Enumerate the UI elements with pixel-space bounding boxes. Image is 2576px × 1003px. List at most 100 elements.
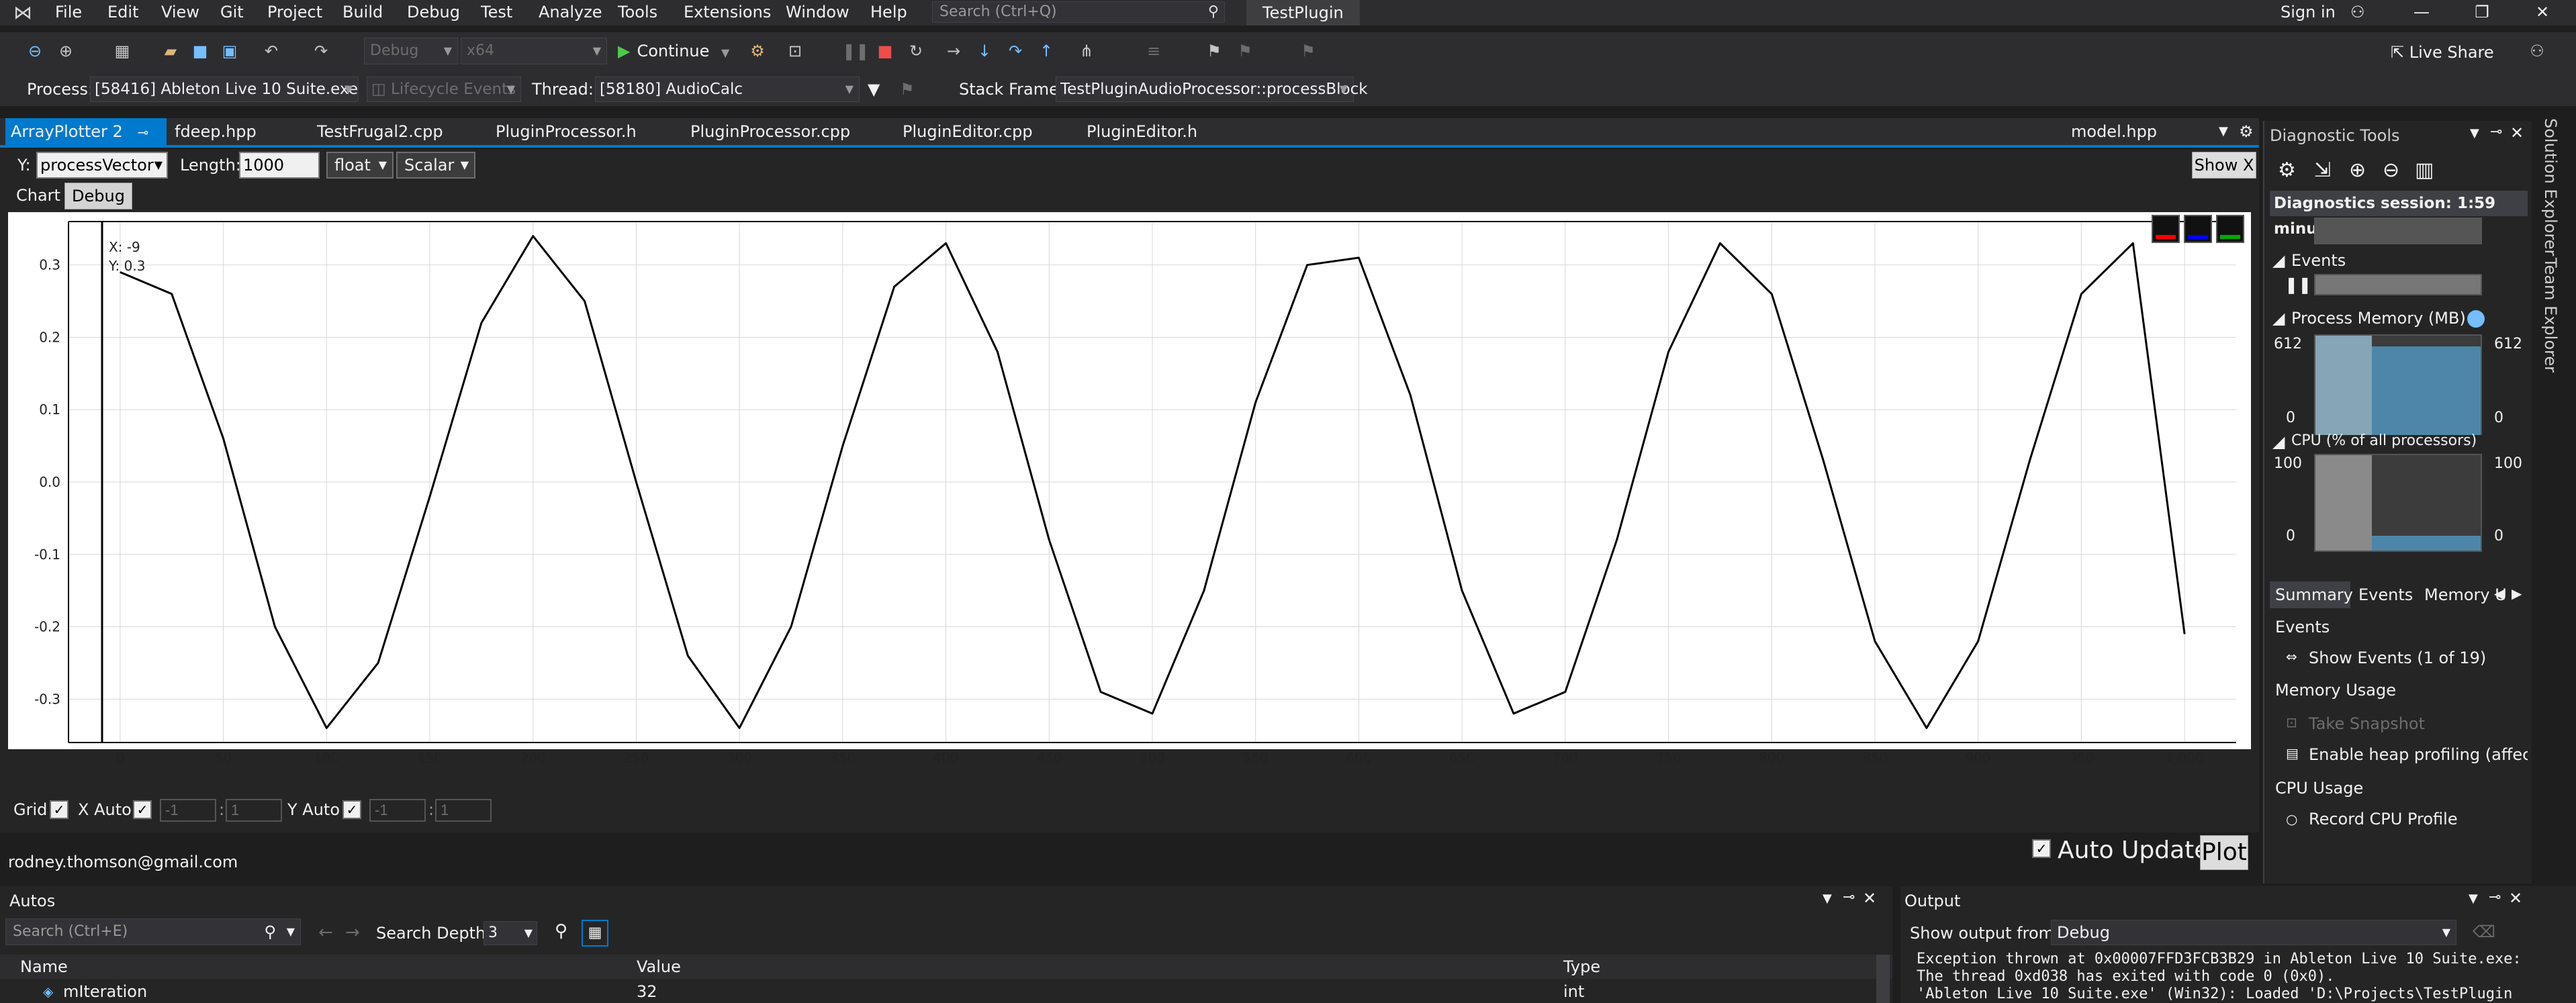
- menu-analyze[interactable]: Analyze: [539, 0, 602, 26]
- stop-icon[interactable]: ■: [873, 38, 897, 64]
- data-type-dropdown[interactable]: float ▼: [326, 152, 394, 179]
- navigate-back-icon[interactable]: ⊖: [23, 38, 47, 64]
- quick-search-box[interactable]: Search (Ctrl+Q) ⚲: [932, 1, 1225, 23]
- output-source-dropdown[interactable]: Debug ▼: [2051, 920, 2456, 945]
- continue-button[interactable]: ▶ Continue ▼: [618, 38, 729, 64]
- clear-all-icon[interactable]: ⌫: [2473, 922, 2495, 941]
- menu-build[interactable]: Build: [342, 0, 383, 26]
- settings-icon[interactable]: ⚙: [2278, 158, 2296, 182]
- row-value[interactable]: 32: [637, 980, 657, 1003]
- step-over-icon[interactable]: ↷: [1003, 38, 1027, 64]
- line-chart[interactable]: -0.3 -0.2 -0.1 0.0 0.1 0.2 0.3 0 50 100 150 200 250 3…: [8, 212, 2251, 766]
- camera-icon[interactable]: ⊡: [783, 38, 807, 64]
- panel-menu-icon[interactable]: ▼: [1823, 892, 1832, 906]
- x-auto-checkbox[interactable]: ✓: [133, 800, 152, 819]
- menu-git[interactable]: Git: [220, 0, 244, 26]
- team-explorer-tab[interactable]: Team Explorer: [2541, 258, 2560, 373]
- bookmark-icon[interactable]: ⚑: [1202, 38, 1226, 64]
- timeline-ruler[interactable]: [2314, 218, 2482, 244]
- take-snapshot-button[interactable]: Take Snapshot: [2309, 714, 2425, 733]
- table-row[interactable]: ◈ mIteration 32 int: [0, 980, 1892, 1003]
- panel-menu-icon[interactable]: ▼: [2469, 892, 2478, 906]
- series-color-green[interactable]: [2216, 215, 2244, 243]
- search-back-icon[interactable]: ←: [318, 922, 333, 943]
- menu-extensions[interactable]: Extensions: [684, 0, 771, 26]
- close-panel-icon[interactable]: ✕: [2510, 124, 2524, 142]
- hex-display-icon[interactable]: ⋔: [1074, 38, 1099, 64]
- restart-icon[interactable]: ↻: [904, 38, 928, 64]
- visual-studio-logo-icon[interactable]: ⋈: [13, 3, 40, 23]
- tab-pluginprocessor-h[interactable]: PluginProcessor.h: [490, 118, 637, 145]
- pin-icon[interactable]: ⊸: [2490, 124, 2502, 140]
- step-out-icon[interactable]: ↑: [1034, 38, 1058, 64]
- new-item-icon[interactable]: ▦: [110, 38, 134, 64]
- save-all-icon[interactable]: ▣: [218, 38, 242, 64]
- plot-button[interactable]: Plot: [2200, 835, 2248, 870]
- stack-frame-dropdown[interactable]: TestPluginAudioProcessor::processBlock ▼: [1056, 77, 1368, 102]
- restore-icon[interactable]: ❐: [2455, 0, 2509, 26]
- redo-icon[interactable]: ↷: [309, 38, 333, 64]
- y-max-input[interactable]: [435, 799, 492, 822]
- sign-in-link[interactable]: Sign in: [2281, 0, 2336, 26]
- record-cpu-profile-button[interactable]: Record CPU Profile: [2309, 810, 2458, 828]
- bookmark-prev-icon[interactable]: ⚑: [1233, 38, 1257, 64]
- length-input[interactable]: [239, 152, 320, 179]
- events-timeline[interactable]: [2314, 274, 2482, 295]
- column-type[interactable]: Type: [1563, 955, 1600, 979]
- output-text[interactable]: Exception thrown at 0x00007FFD3FCB3B29 i…: [1917, 951, 2572, 1003]
- live-share-button[interactable]: ⇱ Live Share: [2391, 39, 2494, 66]
- pause-icon[interactable]: ❚❚: [842, 38, 869, 64]
- column-name[interactable]: Name: [20, 955, 68, 979]
- tab-scroll-left-icon[interactable]: ◀: [2494, 585, 2504, 602]
- tab-model-hpp[interactable]: model.hpp: [2066, 118, 2157, 145]
- export-icon[interactable]: ⇲: [2314, 158, 2331, 182]
- settings-gear-icon[interactable]: ⚙: [2234, 118, 2254, 145]
- diag-tab-summary[interactable]: Summary: [2270, 581, 2353, 608]
- search-depth-dropdown[interactable]: 3 ▼: [484, 921, 537, 945]
- menu-view[interactable]: View: [161, 0, 199, 26]
- lifecycle-events-dropdown[interactable]: ◫ Lifecycle Events ▼: [367, 77, 521, 102]
- solution-explorer-tab[interactable]: Solution Explorer: [2541, 118, 2560, 256]
- bookmark-next-icon[interactable]: ⚑: [1296, 38, 1320, 64]
- y-auto-checkbox[interactable]: ✓: [342, 800, 361, 819]
- zoom-out-icon[interactable]: ⊖: [2383, 158, 2399, 182]
- tab-pluginprocessor-cpp[interactable]: PluginProcessor.cpp: [685, 118, 850, 145]
- series-color-blue[interactable]: [2184, 215, 2212, 243]
- panel-menu-icon[interactable]: ▼: [2470, 126, 2479, 140]
- pin-icon[interactable]: ⊸: [137, 124, 148, 140]
- minimize-icon[interactable]: —: [2395, 0, 2448, 26]
- feedback-icon[interactable]: ⚇: [2525, 38, 2549, 64]
- platform-dropdown[interactable]: x64 ▼: [461, 38, 607, 64]
- process-icon[interactable]: ⚙: [745, 38, 770, 64]
- tab-scroll-right-icon[interactable]: ▶: [2512, 585, 2522, 602]
- process-dropdown[interactable]: [58416] Ableton Live 10 Suite.exe ▼: [90, 77, 359, 102]
- auto-update-checkbox[interactable]: ✓: [2032, 839, 2051, 858]
- heap-profiling-checkbox[interactable]: Enable heap profiling (affects: [2309, 745, 2528, 764]
- tab-plugineditor-h[interactable]: PluginEditor.h: [1081, 118, 1197, 145]
- menu-test[interactable]: Test: [481, 0, 512, 26]
- tab-fdeep-hpp[interactable]: fdeep.hpp: [169, 118, 257, 145]
- show-next-statement-icon[interactable]: →: [941, 38, 966, 64]
- open-file-icon[interactable]: ▰: [158, 38, 183, 64]
- save-icon[interactable]: ■: [188, 38, 212, 64]
- navigate-forward-icon[interactable]: ⊕: [54, 38, 78, 64]
- diag-tab-events[interactable]: Events: [2358, 581, 2413, 608]
- menu-file[interactable]: File: [55, 0, 82, 26]
- account-icon[interactable]: ⚇: [2350, 0, 2365, 26]
- series-color-red[interactable]: [2152, 215, 2180, 243]
- thread-dropdown[interactable]: [58180] AudioCalc ▼: [595, 77, 860, 102]
- events-heading-arrow[interactable]: ◢: [2272, 251, 2285, 270]
- tab-debug[interactable]: Debug: [64, 183, 132, 209]
- pin-icon[interactable]: ⊸: [2489, 889, 2501, 906]
- filter-icon[interactable]: ▼: [868, 73, 880, 106]
- comment-icon[interactable]: ≡: [1142, 38, 1166, 64]
- close-panel-icon[interactable]: ✕: [1863, 889, 1876, 908]
- autos-scrollbar[interactable]: [1876, 955, 1890, 1003]
- search-forward-icon[interactable]: →: [345, 922, 360, 943]
- show-x-button[interactable]: Show X: [2192, 152, 2256, 179]
- tab-testfrugal2-cpp[interactable]: TestFrugal2.cpp: [312, 118, 443, 145]
- menu-debug[interactable]: Debug: [407, 0, 460, 26]
- cpu-heading-arrow[interactable]: ◢: [2272, 432, 2285, 451]
- menu-project[interactable]: Project: [267, 0, 322, 26]
- reset-view-icon[interactable]: ▥: [2415, 158, 2434, 182]
